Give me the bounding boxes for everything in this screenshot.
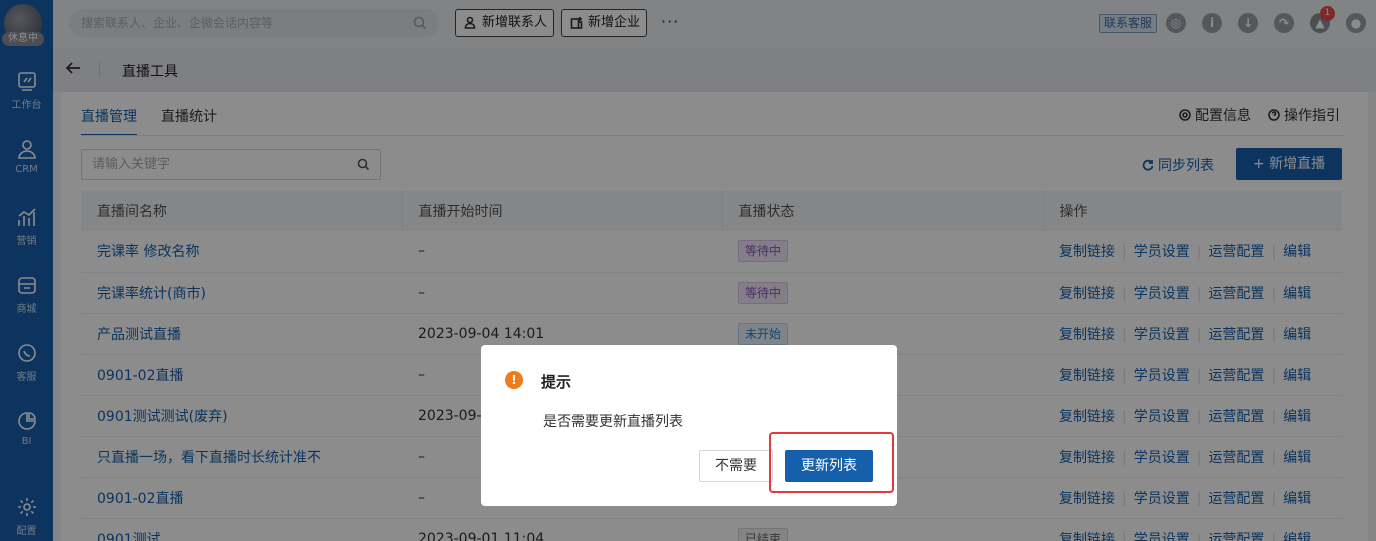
cancel-button[interactable]: 不需要	[699, 450, 773, 482]
dialog-title: 提示	[541, 373, 572, 391]
warning-icon: !	[505, 371, 523, 389]
highlight-box	[769, 432, 894, 493]
dialog-message: 是否需要更新直播列表	[543, 414, 683, 430]
